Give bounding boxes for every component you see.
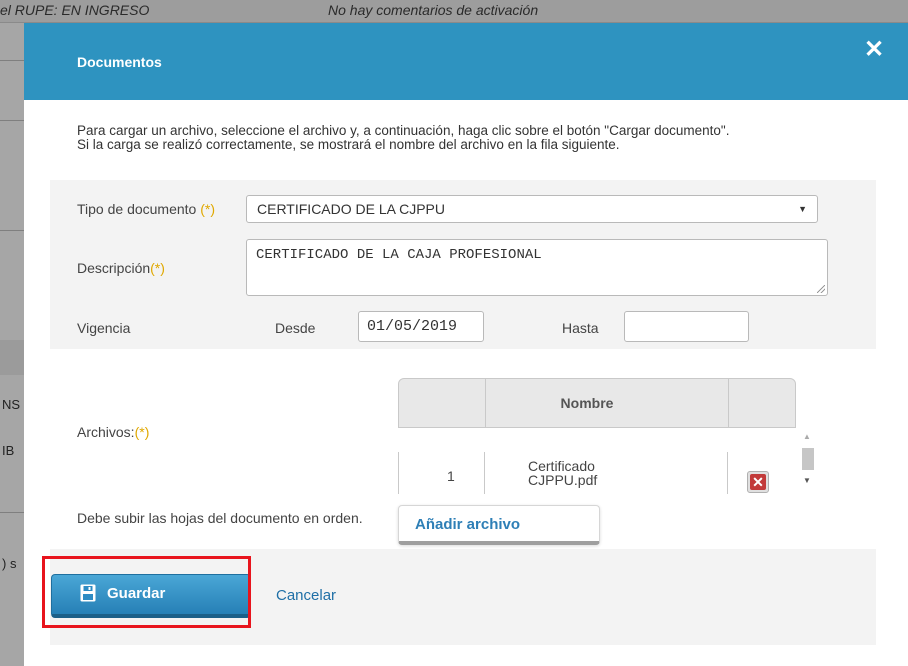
bg-divider (0, 230, 24, 231)
doc-type-label: Tipo de documento (*) (77, 201, 215, 217)
bg-divider (0, 512, 24, 513)
files-scrollbar[interactable]: ▲ ▼ (799, 428, 817, 495)
add-file-button[interactable]: Añadir archivo (398, 505, 600, 545)
column-separator (728, 379, 729, 427)
background-activation-comments: No hay comentarios de activación (328, 2, 539, 18)
bg-divider (0, 120, 24, 121)
to-label: Hasta (562, 320, 599, 336)
description-label-text: Descripción (77, 260, 151, 276)
row-number: 1 (447, 468, 455, 484)
scroll-down-icon[interactable]: ▼ (803, 476, 811, 485)
delete-icon: ✕ (750, 474, 766, 490)
cancel-link[interactable]: Cancelar (276, 587, 336, 604)
instructions: Para cargar un archivo, seleccione el ar… (77, 124, 797, 152)
from-date-value: 01/05/2019 (367, 318, 458, 335)
row-separator (727, 452, 728, 494)
doc-type-select[interactable]: CERTIFICADO DE LA CJPPU ▼ (246, 195, 818, 223)
instructions-line-1: Para cargar un archivo, seleccione el ar… (77, 123, 730, 138)
scroll-up-icon[interactable]: ▲ (803, 432, 811, 441)
background-rupe-status: el RUPE: EN INGRESO (0, 2, 150, 18)
modal-header: Documentos ✕ (24, 23, 908, 100)
validity-label: Vigencia (77, 320, 131, 336)
doc-type-label-text: Tipo de documento (77, 201, 197, 217)
bg-cell (0, 340, 24, 375)
chevron-down-icon: ▼ (798, 204, 807, 214)
file-name-line-2: CJPPU.pdf (528, 472, 598, 488)
documents-modal: Documentos ✕ Para cargar un archivo, sel… (24, 23, 908, 666)
column-separator (485, 379, 486, 427)
bg-fragment: ) s (2, 556, 17, 571)
upload-order-hint: Debe subir las hojas del documento en or… (77, 510, 363, 526)
scroll-thumb[interactable] (802, 448, 814, 470)
instructions-line-2: Si la carga se realizó correctamente, se… (77, 137, 620, 152)
description-label: Descripción(*) (77, 260, 165, 276)
column-name-header: Nombre (560, 395, 614, 411)
bg-fragment: IB (2, 443, 15, 458)
delete-file-button[interactable]: ✕ (747, 471, 769, 493)
files-label-text: Archivos: (77, 424, 135, 440)
description-value: CERTIFICADO DE LA CAJA PROFESIONAL (256, 247, 542, 263)
from-label: Desde (275, 320, 316, 336)
file-name-line-1: Certificado (528, 458, 595, 474)
required-mark: (*) (200, 201, 216, 217)
bg-fragment: NS (2, 397, 21, 412)
background-status-strip: el RUPE: EN INGRESO No hay comentarios d… (0, 0, 908, 23)
resize-grip-icon[interactable] (817, 285, 825, 293)
required-mark: (*) (134, 424, 150, 440)
row-separator (484, 452, 485, 494)
required-mark: (*) (150, 260, 165, 276)
files-label: Archivos:(*) (77, 424, 149, 440)
description-textarea[interactable]: CERTIFICADO DE LA CAJA PROFESIONAL (246, 239, 828, 296)
from-date-input[interactable]: 01/05/2019 (358, 311, 484, 342)
bg-divider (0, 60, 24, 61)
row-separator (398, 452, 399, 494)
doc-type-selected-value: CERTIFICADO DE LA CJPPU (257, 201, 446, 217)
save-highlight-box (42, 556, 251, 628)
files-table-header: Nombre (398, 378, 796, 428)
file-name: Certificado CJPPU.pdf (528, 459, 597, 487)
modal-title: Documentos (77, 54, 162, 70)
close-icon[interactable]: ✕ (864, 38, 884, 62)
add-file-label: Añadir archivo (415, 516, 521, 533)
to-date-input[interactable] (624, 311, 749, 342)
